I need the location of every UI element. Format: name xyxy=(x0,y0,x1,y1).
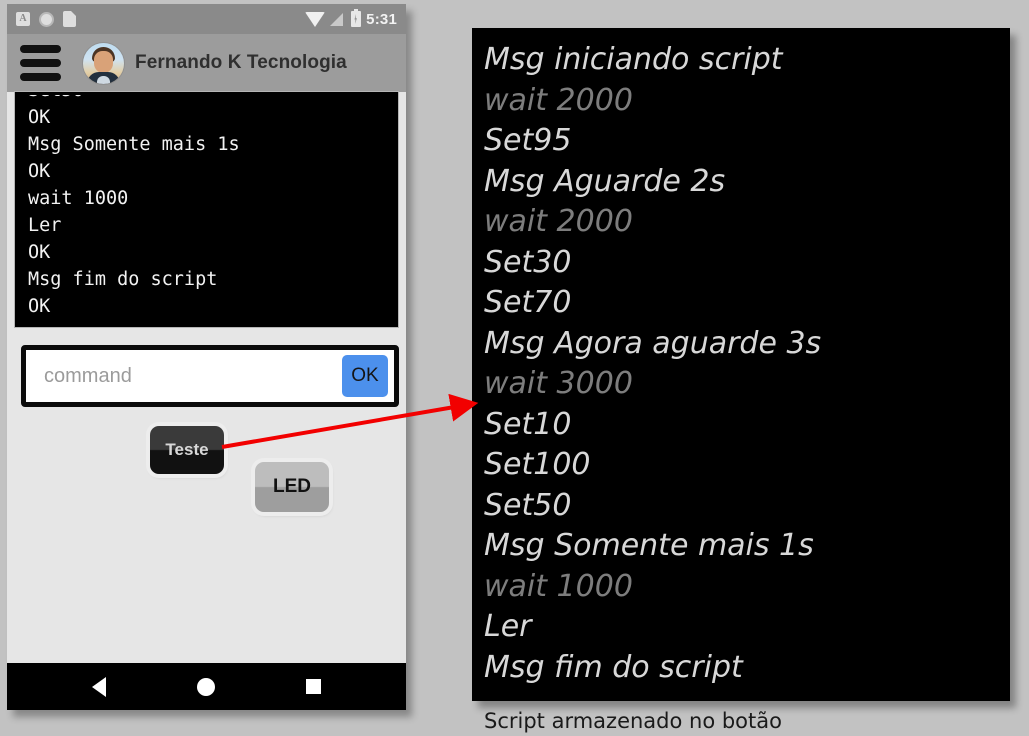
terminal-line: Msg Somente mais 1s xyxy=(28,134,240,155)
command-row: OK xyxy=(21,345,399,407)
terminal-line: OK xyxy=(28,161,51,182)
terminal-line: Set50 xyxy=(28,95,395,104)
script-line: Msg fim do script xyxy=(484,649,743,685)
letter-a-icon: A xyxy=(16,12,30,26)
android-navigation-bar xyxy=(7,663,406,710)
terminal-line: Ler xyxy=(28,215,62,236)
app-bar: Fernando K Tecnologia xyxy=(7,34,406,92)
command-input[interactable] xyxy=(42,363,342,389)
recents-icon[interactable] xyxy=(305,679,321,694)
android-status-bar: A 5:31 xyxy=(7,4,406,34)
status-bar-clock: 5:31 xyxy=(366,10,397,28)
terminal-line-list: Set50 OK Msg Somente mais 1s OK wait 1000 Ler… xyxy=(28,95,395,320)
home-icon[interactable] xyxy=(196,677,215,696)
terminal-line: wait 1000 xyxy=(28,188,129,209)
terminal-line: OK xyxy=(28,242,51,263)
script-line: Set70 xyxy=(484,285,572,320)
teste-button[interactable]: Teste xyxy=(150,426,224,474)
script-line: Set10 xyxy=(484,406,572,442)
script-line: wait 3000 xyxy=(484,366,633,401)
script-line: wait 2000 xyxy=(484,82,633,118)
screenshot-root: A 5:31 Fernando K Tecnologia OK Msg Some… xyxy=(0,0,1029,736)
terminal-line: OK xyxy=(28,296,51,317)
status-bar-left-icons: A xyxy=(16,11,76,27)
script-line: wait 1000 xyxy=(484,568,633,604)
wifi-icon xyxy=(305,11,326,27)
panel-caption: Script armazenado no botão xyxy=(484,709,782,733)
terminal-line: OK xyxy=(28,107,51,128)
back-icon[interactable] xyxy=(92,676,107,697)
record-circle-icon xyxy=(39,11,54,27)
script-line: Ler xyxy=(484,609,532,644)
battery-charging-icon xyxy=(351,9,362,27)
led-button[interactable]: LED xyxy=(255,462,329,512)
hamburger-menu-icon[interactable] xyxy=(20,45,61,81)
script-line: Set100 xyxy=(484,447,591,482)
script-line: Set30 xyxy=(484,244,572,280)
ok-button[interactable]: OK xyxy=(342,355,388,397)
sd-card-icon xyxy=(63,11,76,27)
script-line: Msg iniciando script xyxy=(484,42,783,77)
terminal-line: Msg fim do script xyxy=(28,269,218,290)
terminal-output: Set50 OK Msg Somente mais 1s OK wait 1000 Ler… xyxy=(15,92,398,327)
app-title: Fernando K Tecnologia xyxy=(135,52,347,73)
script-line: Set50 xyxy=(484,487,572,523)
script-line: wait 2000 xyxy=(484,204,633,239)
script-line: Msg Agora aguarde 3s xyxy=(484,325,822,361)
script-line: Set95 xyxy=(484,123,572,158)
status-bar-right-icons: 5:31 xyxy=(305,9,397,28)
signal-icon xyxy=(330,12,344,26)
phone-device: A 5:31 Fernando K Tecnologia OK Msg Some… xyxy=(7,4,406,710)
script-line: Msg Aguarde 2s xyxy=(484,163,726,199)
script-panel: Msg iniciando script wait 2000 Set95 Msg Ag… xyxy=(472,28,1010,701)
avatar xyxy=(83,42,124,84)
script-line-list: Msg iniciando script wait 2000 Set95 Msg Ag… xyxy=(484,40,1010,688)
script-line: Msg Somente mais 1s xyxy=(484,528,814,563)
